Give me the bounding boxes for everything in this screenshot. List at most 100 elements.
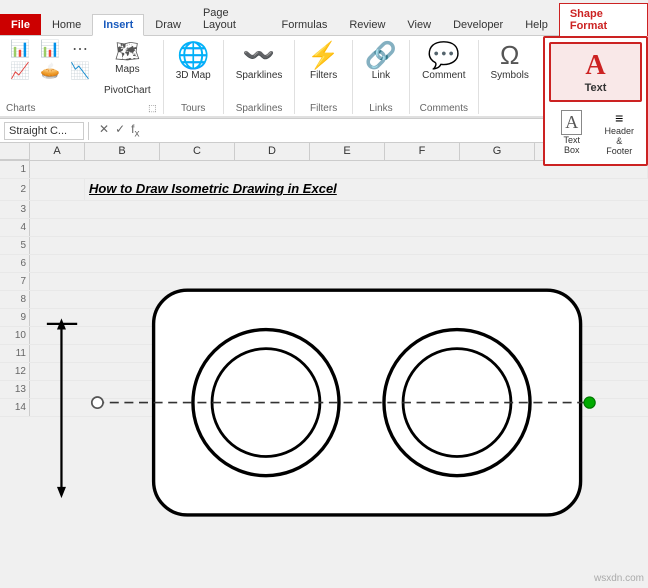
- cell[interactable]: [30, 309, 648, 326]
- table-row: 4: [0, 219, 648, 237]
- ribbon-group-filters: ⚡ Filters Filters: [295, 40, 352, 114]
- cell[interactable]: [30, 237, 648, 254]
- cell[interactable]: [30, 219, 648, 236]
- header-footer-btn[interactable]: ≡ Header& Footer: [597, 106, 643, 160]
- text-sub-buttons: A Text Box ≡ Header& Footer: [549, 106, 642, 160]
- table-row: 13: [0, 381, 648, 399]
- table-row: 7: [0, 273, 648, 291]
- col-header-f[interactable]: F: [385, 143, 460, 160]
- table-row: 11: [0, 345, 648, 363]
- tab-shape-format[interactable]: Shape Format: [559, 3, 648, 36]
- tab-page-layout[interactable]: Page Layout: [192, 2, 271, 35]
- insert-function-icon[interactable]: fx: [129, 122, 141, 139]
- row-header-corner: [0, 143, 30, 160]
- pivot-chart-btn[interactable]: PivotChart: [98, 81, 157, 98]
- tab-file[interactable]: File: [0, 14, 41, 35]
- ribbon-group-links: 🔗 Link Links: [353, 40, 410, 114]
- 3d-map-btn[interactable]: 🌐 3D Map: [170, 40, 217, 83]
- col-header-e[interactable]: E: [310, 143, 385, 160]
- cell[interactable]: [30, 381, 648, 398]
- charts-dialog-launcher[interactable]: ⬚: [148, 103, 157, 114]
- col-header-g[interactable]: G: [460, 143, 535, 160]
- cell-title[interactable]: How to Draw Isometric Drawing in Excel: [85, 179, 648, 200]
- row-header: 8: [0, 291, 30, 308]
- tab-developer[interactable]: Developer: [442, 14, 514, 35]
- insert-pie-chart-btn[interactable]: 🥧: [36, 62, 64, 82]
- cell[interactable]: [30, 291, 648, 308]
- row-header: 5: [0, 237, 30, 254]
- name-box[interactable]: [4, 122, 84, 140]
- table-row: 9: [0, 309, 648, 327]
- insert-scatter-btn[interactable]: ⋯: [66, 40, 94, 60]
- tab-draw[interactable]: Draw: [144, 14, 192, 35]
- more-charts-btn[interactable]: 📉: [66, 62, 94, 82]
- cell[interactable]: [30, 399, 648, 416]
- tab-help[interactable]: Help: [514, 14, 559, 35]
- tab-insert[interactable]: Insert: [92, 14, 144, 36]
- row-header: 6: [0, 255, 30, 272]
- cell-a2[interactable]: [30, 179, 85, 200]
- text-btn[interactable]: A Text: [549, 42, 642, 102]
- link-btn[interactable]: 🔗 Link: [359, 40, 403, 83]
- col-header-a[interactable]: A: [30, 143, 85, 160]
- table-row: 8: [0, 291, 648, 309]
- cell[interactable]: [30, 201, 648, 218]
- table-row: 12: [0, 363, 648, 381]
- comment-btn[interactable]: 💬 Comment: [416, 40, 471, 83]
- tab-formulas[interactable]: Formulas: [271, 14, 339, 35]
- col-header-b[interactable]: B: [85, 143, 160, 160]
- row-header: 1: [0, 161, 30, 178]
- row-header: 9: [0, 309, 30, 326]
- text-icon: A: [585, 50, 605, 82]
- insert-line-chart-btn[interactable]: 📈: [6, 62, 34, 82]
- table-row: 3: [0, 201, 648, 219]
- tab-bar: File Home Insert Draw Page Layout Formul…: [0, 0, 648, 36]
- ribbon-group-sparklines: 〰️ Sparklines Sparklines: [224, 40, 296, 114]
- tab-view[interactable]: View: [396, 14, 442, 35]
- ribbon-group-comments: 💬 Comment Comments: [410, 40, 478, 114]
- col-header-d[interactable]: D: [235, 143, 310, 160]
- cell[interactable]: [30, 327, 648, 344]
- table-row: 6: [0, 255, 648, 273]
- table-row: 10: [0, 327, 648, 345]
- maps-btn[interactable]: 🗺 Maps: [98, 40, 157, 77]
- sparklines-btn[interactable]: 〰️ Sparklines: [230, 40, 289, 83]
- insert-column-chart-btn[interactable]: 📊: [6, 40, 34, 60]
- main-area: A B C D E F G 1 2 How to Draw: [0, 143, 648, 588]
- row-header: 3: [0, 201, 30, 218]
- text-box-icon: A: [561, 110, 582, 135]
- rows-area: 1 2 How to Draw Isometric Drawing in Exc…: [0, 161, 648, 588]
- formula-divider: [88, 122, 89, 140]
- header-footer-icon: ≡: [615, 110, 623, 126]
- ribbon-group-symbols: Ω Symbols: [479, 40, 541, 114]
- ribbon-group-tours: 🌐 3D Map Tours: [164, 40, 224, 114]
- table-row: 5: [0, 237, 648, 255]
- row-header: 14: [0, 399, 30, 416]
- watermark: wsxdn.com: [594, 573, 644, 584]
- tab-home[interactable]: Home: [41, 14, 92, 35]
- col-header-c[interactable]: C: [160, 143, 235, 160]
- cancel-formula-icon[interactable]: ✕: [97, 122, 111, 139]
- row-header: 10: [0, 327, 30, 344]
- table-row: 14: [0, 399, 648, 417]
- sheet-rows-container: 1 2 How to Draw Isometric Drawing in Exc…: [0, 161, 648, 588]
- filters-btn[interactable]: ⚡ Filters: [301, 40, 345, 83]
- cell[interactable]: [30, 255, 648, 272]
- text-box-btn[interactable]: A Text Box: [549, 106, 595, 160]
- ribbon-group-charts: 📊 📊 ⋯ 📈: [0, 40, 164, 114]
- cell[interactable]: [30, 345, 648, 362]
- row-header: 13: [0, 381, 30, 398]
- row-header: 2: [0, 179, 30, 200]
- confirm-formula-icon[interactable]: ✓: [113, 122, 127, 139]
- row-header: 7: [0, 273, 30, 290]
- insert-bar-chart-btn[interactable]: 📊: [36, 40, 64, 60]
- tab-review[interactable]: Review: [338, 14, 396, 35]
- cell[interactable]: [30, 363, 648, 380]
- row-header: 4: [0, 219, 30, 236]
- symbols-btn[interactable]: Ω Symbols: [485, 40, 535, 83]
- table-row: 2 How to Draw Isometric Drawing in Excel: [0, 179, 648, 201]
- cell[interactable]: [30, 273, 648, 290]
- app-container: File Home Insert Draw Page Layout Formul…: [0, 0, 648, 588]
- formula-controls: ✕ ✓ fx: [97, 122, 141, 139]
- row-header: 12: [0, 363, 30, 380]
